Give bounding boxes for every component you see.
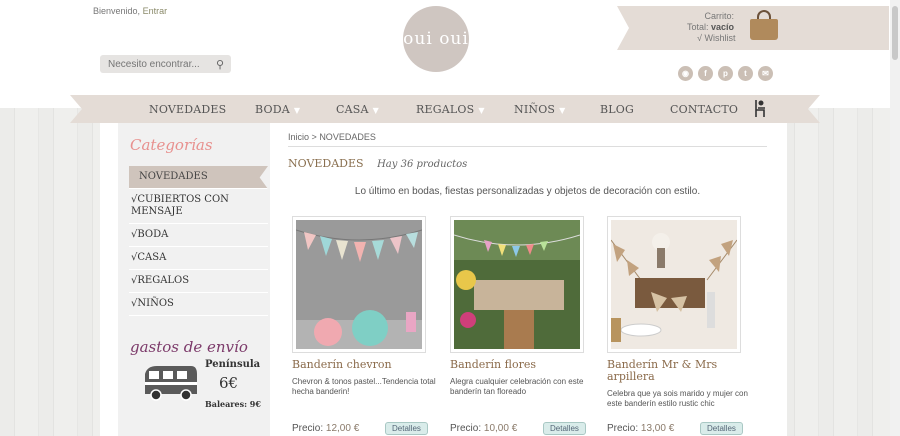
- site-logo[interactable]: oui oui: [403, 6, 469, 72]
- breadcrumb: Inicio > NOVEDADES: [288, 132, 376, 142]
- divider: [288, 146, 767, 147]
- breadcrumb-current: NOVEDADES: [319, 132, 376, 142]
- category-label: NOVEDADES: [139, 171, 208, 182]
- breadcrumb-home[interactable]: Inicio: [288, 132, 309, 142]
- details-button[interactable]: Detalles: [385, 422, 428, 435]
- details-button[interactable]: Detalles: [543, 422, 586, 435]
- product-title[interactable]: Banderín flores: [450, 359, 602, 371]
- intro-text: Lo último en bodas, fiestas personalizad…: [354, 186, 701, 197]
- wishlist-link[interactable]: √ Wishlist: [697, 33, 735, 43]
- product-description: Alegra cualquier celebración con este ba…: [450, 377, 584, 396]
- check-icon: √: [697, 33, 702, 43]
- price-label: Precio:: [450, 423, 482, 434]
- nav-item-casa[interactable]: CASA ▼: [336, 103, 379, 116]
- nav-item-blog[interactable]: BLOG: [600, 103, 634, 116]
- product-price: Precio: 10,00 €: [450, 423, 517, 434]
- chair-icon: [755, 100, 765, 117]
- chevron-down-icon: ▼: [372, 106, 379, 115]
- chevron-bunting-image: [296, 220, 422, 349]
- price-label: Precio:: [292, 423, 324, 434]
- product-description: Celebra que ya sois marido y mujer con e…: [607, 389, 748, 408]
- product-price: Precio: 12,00 €: [292, 423, 359, 434]
- nav-label: BODA: [255, 103, 290, 116]
- product-card[interactable]: Banderín chevron Chevron & tonos pastel.…: [292, 216, 444, 435]
- search-box: ⚲: [100, 55, 231, 73]
- price-value: 12,00 €: [325, 423, 360, 434]
- main-nav: NOVEDADES BODA ▼ CASA ▼ REGALOS ▼ NIÑOS ▼ BL…: [70, 95, 820, 123]
- nav-item-boda[interactable]: BODA ▼: [255, 103, 300, 116]
- total-label: Total:: [686, 22, 709, 32]
- cart-label: Carrito:: [704, 11, 734, 21]
- product-image[interactable]: [450, 216, 584, 353]
- category-casa[interactable]: √CASA: [129, 247, 268, 270]
- total-value: vacío: [710, 22, 734, 32]
- chevron-down-icon: ▼: [293, 106, 301, 115]
- product-card[interactable]: Banderín Mr & Mrs arpillera Celebra que …: [607, 216, 759, 435]
- details-button[interactable]: Detalles: [700, 422, 743, 435]
- welcome-text: Bienvenido, Entrar: [93, 6, 167, 16]
- nav-item-ninos[interactable]: NIÑOS ▼: [514, 103, 566, 116]
- shipping-peninsula: Península: [205, 359, 261, 370]
- category-ninos[interactable]: √NIÑOS: [129, 293, 268, 316]
- cart-summary: Carrito: Total: vacío: [687, 11, 734, 33]
- nav-label: NIÑOS: [514, 103, 556, 116]
- product-title[interactable]: Banderín chevron: [292, 359, 444, 371]
- pinterest-icon[interactable]: p: [718, 66, 733, 81]
- categories-title: Categorías: [130, 136, 213, 154]
- shopping-bag-icon[interactable]: [750, 10, 778, 40]
- product-price: Precio: 13,00 €: [607, 423, 674, 434]
- nav-item-regalos[interactable]: REGALOS ▼: [416, 103, 485, 116]
- chevron-down-icon: ▼: [478, 106, 485, 115]
- welcome-label: Bienvenido,: [93, 6, 141, 16]
- nav-label: CONTACTO: [670, 103, 739, 116]
- scrollbar-thumb[interactable]: [892, 6, 898, 60]
- social-icons: ◉ f p t ✉: [678, 66, 773, 81]
- category-novedades[interactable]: NOVEDADES: [129, 166, 268, 189]
- nav-item-novedades[interactable]: NOVEDADES: [149, 103, 226, 116]
- rss-icon[interactable]: ◉: [678, 66, 693, 81]
- category-cubiertos[interactable]: √CUBIERTOS CON MENSAJE: [129, 189, 268, 224]
- category-label: BODA: [137, 229, 169, 240]
- price-value: 10,00 €: [483, 423, 518, 434]
- page-title-label: NOVEDADES: [288, 157, 364, 170]
- nav-label: REGALOS: [416, 103, 475, 116]
- category-boda[interactable]: √BODA: [129, 224, 268, 247]
- page-title: NOVEDADES Hay 36 productos: [288, 157, 467, 170]
- cart-banner[interactable]: Carrito: Total: vacío √ Wishlist: [617, 6, 889, 50]
- price-value: 13,00 €: [640, 423, 675, 434]
- shipping-peninsula-price: 6€: [219, 374, 239, 392]
- nav-item-contacto[interactable]: CONTACTO: [670, 103, 738, 116]
- shipping-title: gastos de envío: [130, 338, 248, 356]
- shipping-baleares: Baleares: 9€: [205, 399, 261, 409]
- burlap-bunting-image: [611, 220, 737, 349]
- breadcrumb-separator: >: [311, 132, 317, 142]
- scrollbar[interactable]: [890, 0, 900, 436]
- product-description: Chevron & tonos pastel...Tendencia total…: [292, 377, 436, 396]
- facebook-icon[interactable]: f: [698, 66, 713, 81]
- twitter-icon[interactable]: t: [738, 66, 753, 81]
- product-title[interactable]: Banderín Mr & Mrs arpillera: [607, 359, 759, 383]
- category-label: REGALOS: [137, 275, 190, 286]
- category-label: CASA: [137, 252, 167, 263]
- category-list: NOVEDADES √CUBIERTOS CON MENSAJE √BODA √…: [129, 166, 268, 316]
- login-link[interactable]: Entrar: [143, 6, 168, 16]
- price-label: Precio:: [607, 423, 639, 434]
- nav-label: CASA: [336, 103, 369, 116]
- product-image[interactable]: [607, 216, 741, 353]
- category-label: CUBIERTOS CON MENSAJE: [131, 194, 229, 217]
- nav-label: NOVEDADES: [149, 103, 227, 116]
- product-count: Hay 36 productos: [377, 159, 468, 170]
- search-input[interactable]: [108, 58, 208, 70]
- chevron-down-icon: ▼: [559, 106, 566, 115]
- mail-icon[interactable]: ✉: [758, 66, 773, 81]
- product-card[interactable]: Banderín flores Alegra cualquier celebra…: [450, 216, 602, 435]
- wishlist-label: Wishlist: [704, 33, 736, 43]
- floral-bunting-image: [454, 220, 580, 349]
- product-image[interactable]: [292, 216, 426, 353]
- category-regalos[interactable]: √REGALOS: [129, 270, 268, 293]
- category-label: NIÑOS: [137, 298, 174, 309]
- nav-label: BLOG: [600, 103, 634, 116]
- van-icon: [145, 366, 197, 401]
- search-icon[interactable]: ⚲: [216, 58, 224, 71]
